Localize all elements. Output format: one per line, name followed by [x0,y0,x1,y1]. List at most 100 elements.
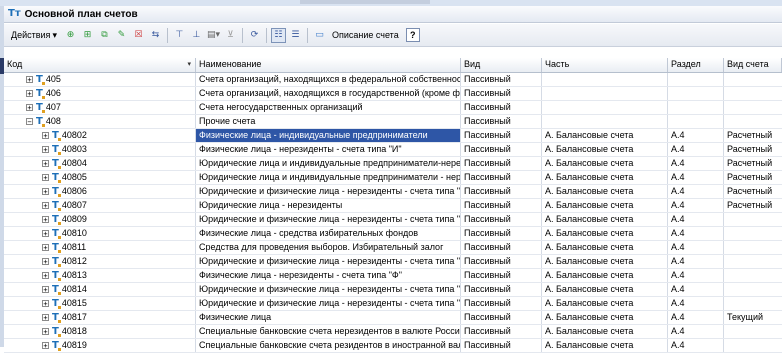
expand-toggle-icon[interactable]: + [42,272,49,280]
tree-view-icon[interactable]: ☰ [288,28,303,43]
cell-name[interactable]: Специальные банковские счета нерезиденто… [196,325,461,338]
cell-name[interactable]: Специальные банковские счета резидентов … [196,339,461,352]
cell-section[interactable] [668,87,724,100]
cell-kind[interactable]: Пассивный [461,297,542,310]
cell-account-type[interactable] [724,241,782,254]
table-row[interactable]: + T 40814 Юридические и физические лица - н… [4,283,782,297]
column-header-section[interactable]: Раздел [668,58,724,72]
expand-toggle-icon[interactable]: − [26,118,33,126]
cell-code[interactable]: + T 40810 [4,227,196,240]
expand-toggle-icon[interactable]: + [42,314,49,322]
cell-name[interactable]: Счета негосударственных организаций [196,101,461,114]
cell-section[interactable]: А.4 [668,171,724,184]
cell-name[interactable]: Юридические лица и индивидуальные предпр… [196,171,461,184]
cell-account-type[interactable] [724,325,782,338]
cell-code[interactable]: + T 40807 [4,199,196,212]
cell-account-type[interactable] [724,73,782,86]
cell-part[interactable]: А. Балансовые счета [542,227,668,240]
cell-account-type[interactable] [724,269,782,282]
cell-section[interactable]: А.4 [668,143,724,156]
cell-part[interactable]: А. Балансовые счета [542,199,668,212]
table-row[interactable]: + T 40818 Специальные банковские счета нере… [4,325,782,339]
cell-name[interactable]: Юридические и физические лица - нерезиде… [196,297,461,310]
expand-toggle-icon[interactable]: + [42,286,49,294]
expand-toggle-icon[interactable]: + [42,132,49,140]
cell-part[interactable]: А. Балансовые счета [542,283,668,296]
cell-name[interactable]: Прочие счета [196,115,461,128]
column-header-kind[interactable]: Вид [461,58,542,72]
delete-mark-icon[interactable]: ☒ [131,28,146,43]
cell-section[interactable]: А.4 [668,269,724,282]
table-row[interactable]: + T 40807 Юридические лица - нерезиденты Пас… [4,199,782,213]
cell-code[interactable]: + T 405 [4,73,196,86]
cell-kind[interactable]: Пассивный [461,101,542,114]
cell-kind[interactable]: Пассивный [461,269,542,282]
expand-toggle-icon[interactable]: + [42,146,49,154]
cell-code[interactable]: + T 40819 [4,339,196,352]
cell-account-type[interactable] [724,87,782,100]
cell-name[interactable]: Юридические и физические лица - нерезиде… [196,213,461,226]
description-icon[interactable]: ▭ [312,28,327,43]
copy-icon[interactable]: ⧉ [97,28,112,43]
cell-name[interactable]: Юридические лица и индивидуальные предпр… [196,157,461,170]
cell-account-type[interactable] [724,213,782,226]
edit-icon[interactable]: ✎ [114,28,129,43]
help-button[interactable]: ? [405,28,420,42]
expand-toggle-icon[interactable]: + [42,328,49,336]
column-header-part[interactable]: Часть [542,58,668,72]
add-icon[interactable]: ⊕ [63,28,78,43]
cell-name[interactable]: Юридические лица - нерезиденты [196,199,461,212]
expand-toggle-icon[interactable]: + [42,202,49,210]
cell-account-type[interactable] [724,339,782,352]
cell-part[interactable] [542,73,668,86]
cell-section[interactable]: А.4 [668,157,724,170]
table-row[interactable]: + T 405 Счета организаций, находящихся в фе… [4,73,782,87]
cell-code[interactable]: + T 406 [4,87,196,100]
expand-toggle-icon[interactable]: + [42,258,49,266]
expand-toggle-icon[interactable]: + [26,76,33,84]
table-row[interactable]: + T 407 Счета негосударственных организаций… [4,101,782,115]
cell-part[interactable]: А. Балансовые счета [542,241,668,254]
cell-part[interactable]: А. Балансовые счета [542,213,668,226]
cell-kind[interactable]: Пассивный [461,241,542,254]
cell-name[interactable]: Физические лица - индивидуальные предпри… [196,129,461,142]
expand-toggle-icon[interactable]: + [42,342,49,350]
cell-section[interactable]: А.4 [668,227,724,240]
cell-code[interactable]: + T 40813 [4,269,196,282]
expand-toggle-icon[interactable]: + [42,160,49,168]
cell-account-type[interactable] [724,115,782,128]
cell-code[interactable]: + T 40804 [4,157,196,170]
table-row[interactable]: + T 40813 Физические лица - нерезиденты - с… [4,269,782,283]
cell-code[interactable]: − T 408 [4,115,196,128]
refresh-icon[interactable]: ⟳ [247,28,262,43]
table-row[interactable]: + T 40809 Юридические и физические лица - н… [4,213,782,227]
table-row[interactable]: + T 40803 Физические лица - нерезиденты - с… [4,143,782,157]
cell-account-type[interactable]: Расчетный [724,129,782,142]
cell-part[interactable]: А. Балансовые счета [542,297,668,310]
expand-toggle-icon[interactable]: + [42,174,49,182]
add-group-icon[interactable]: ⊞ [80,28,95,43]
cell-name[interactable]: Юридические и физические лица - нерезиде… [196,255,461,268]
cell-code[interactable]: + T 40812 [4,255,196,268]
cell-kind[interactable]: Пассивный [461,199,542,212]
cell-section[interactable]: А.4 [668,339,724,352]
table-row[interactable]: + T 40804 Юридические лица и индивидуальные… [4,157,782,171]
cell-kind[interactable]: Пассивный [461,171,542,184]
cell-part[interactable]: А. Балансовые счета [542,143,668,156]
actions-menu-button[interactable]: Действия ▾ [7,26,61,45]
expand-toggle-icon[interactable]: + [42,300,49,308]
table-row[interactable]: − T 408 Прочие счета Пассивный [4,115,782,129]
column-header-name[interactable]: Наименование [196,58,461,72]
cell-section[interactable]: А.4 [668,129,724,142]
cell-section[interactable]: А.4 [668,297,724,310]
cell-part[interactable]: А. Балансовые счета [542,325,668,338]
cell-account-type[interactable] [724,101,782,114]
cell-name[interactable]: Счета организаций, находящихся в государ… [196,87,461,100]
expand-toggle-icon[interactable]: + [26,90,33,98]
clear-filter-icon[interactable]: ⊻ [223,28,238,43]
cell-code[interactable]: + T 40805 [4,171,196,184]
cell-name[interactable]: Физические лица - средства избирательных… [196,227,461,240]
cell-kind[interactable]: Пассивный [461,157,542,170]
cell-code[interactable]: + T 40806 [4,185,196,198]
cell-kind[interactable]: Пассивный [461,339,542,352]
